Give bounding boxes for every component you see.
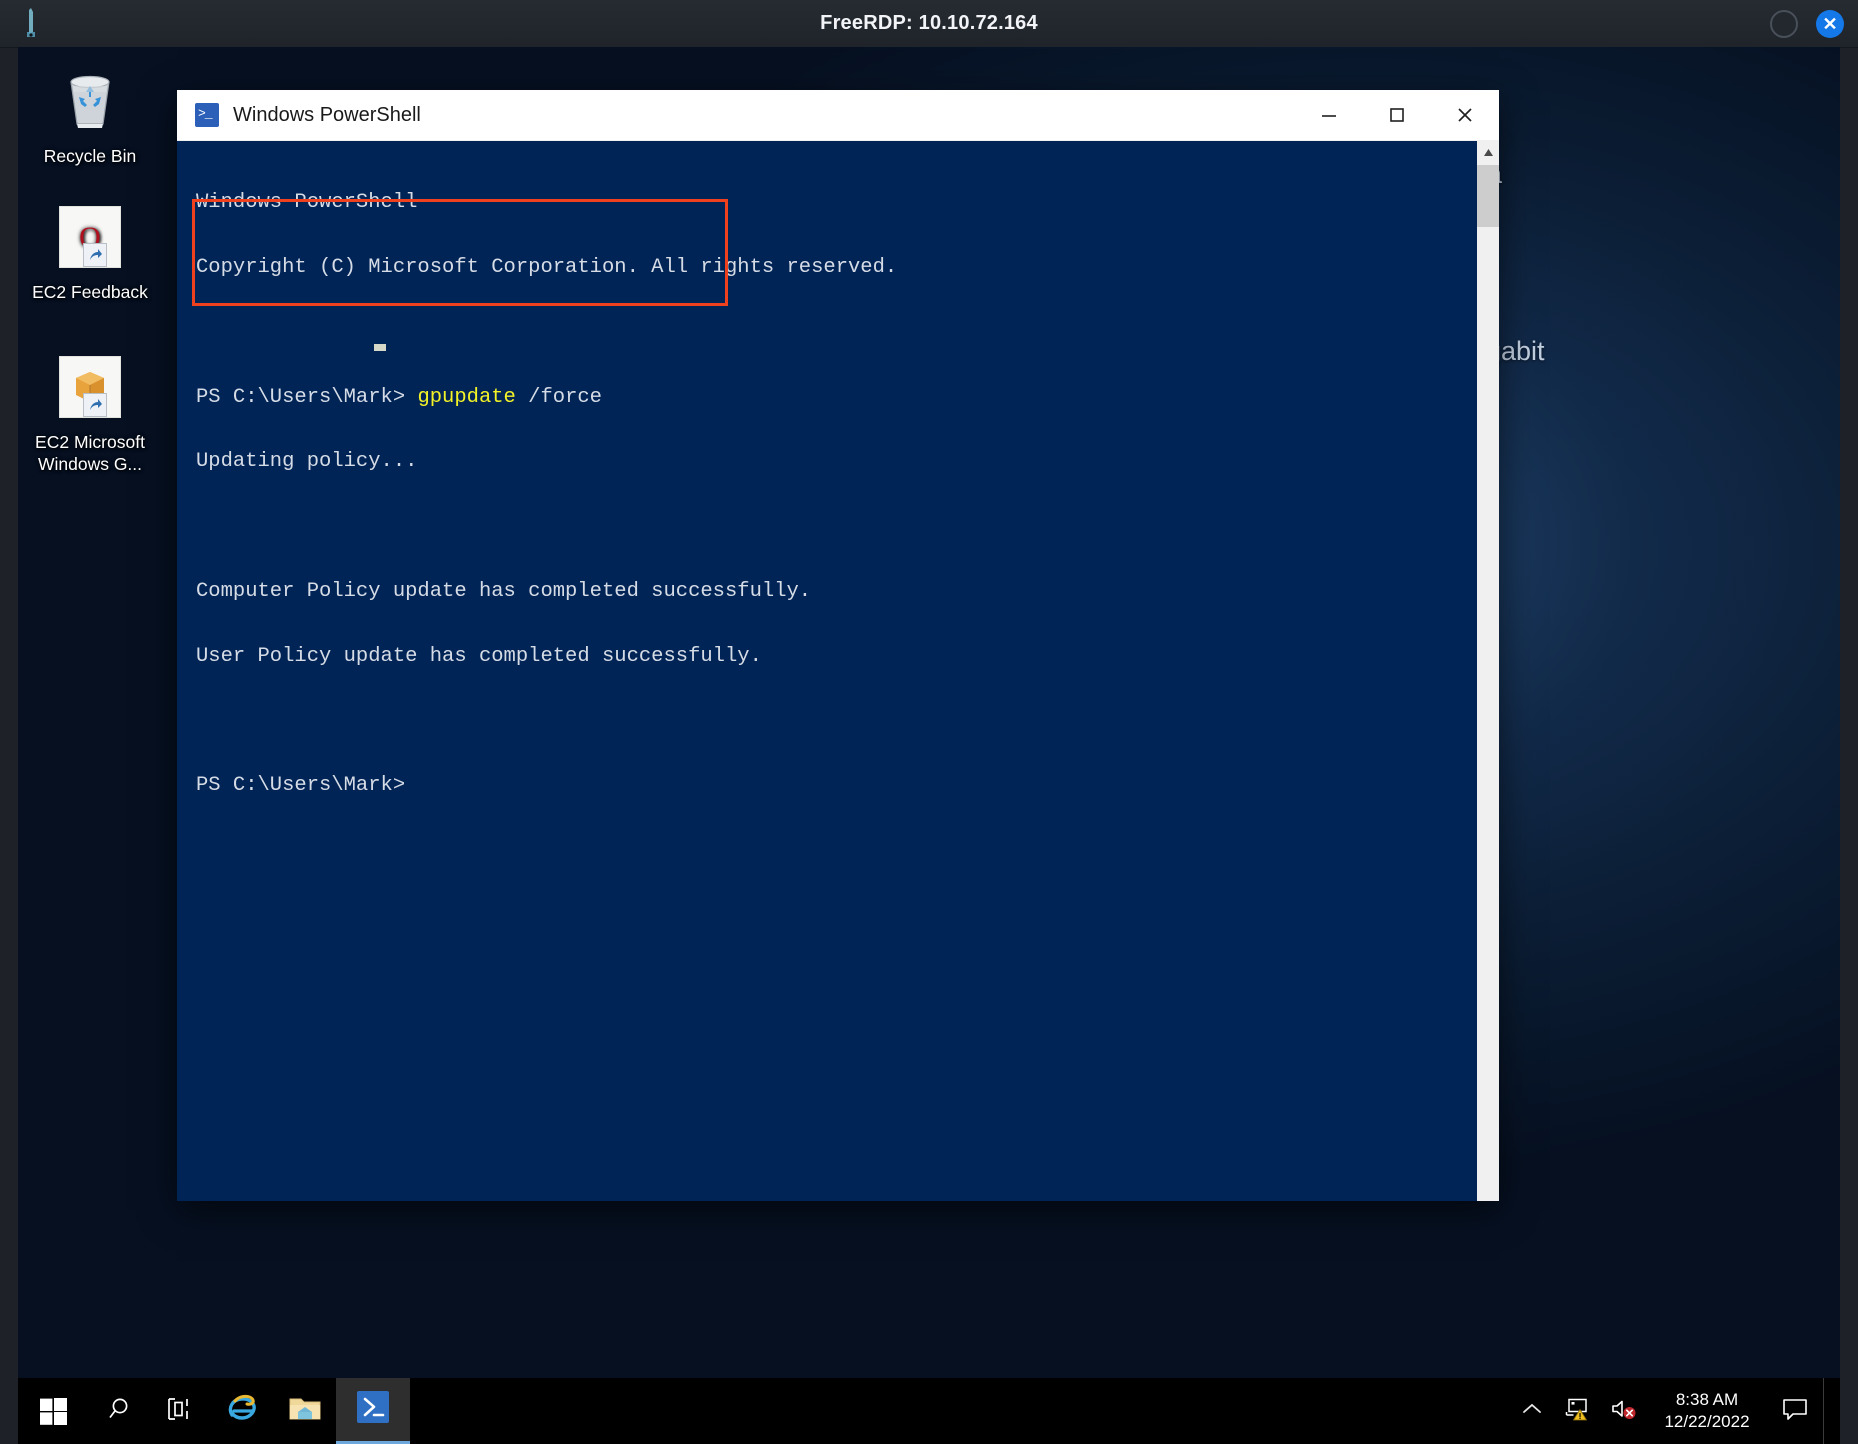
console-prompt-line: PS C:\Users\Mark> (196, 774, 418, 798)
console-output: Windows PowerShell Copyright (C) Microso… (196, 149, 897, 840)
console-line: Updating policy... (196, 450, 418, 474)
powershell-taskbar-button[interactable] (336, 1378, 410, 1444)
search-button[interactable] (88, 1378, 150, 1444)
desktop-icon-label: EC2 Microsoft Windows G... (35, 432, 145, 474)
desktop-icon-ec2-feedback[interactable]: Q EC2 Feedback (24, 199, 156, 303)
network-warning-icon (1563, 1396, 1593, 1427)
taskbar[interactable]: 8:38 AM 12/22/2022 (18, 1378, 1840, 1444)
taskbar-empty-area[interactable] (410, 1378, 1509, 1444)
network-status-button[interactable] (1555, 1378, 1601, 1444)
internet-explorer-button[interactable] (212, 1378, 274, 1444)
console-line: User Policy update has completed success… (196, 644, 762, 668)
chevron-up-icon (1521, 1401, 1543, 1422)
powershell-window-title: Windows PowerShell (233, 103, 421, 126)
powershell-icon (195, 103, 219, 127)
system-tray[interactable]: 8:38 AM 12/22/2022 (1509, 1378, 1840, 1444)
task-view-icon (166, 1396, 196, 1427)
search-icon (105, 1395, 133, 1428)
console-line: Copyright (C) Microsoft Corporation. All… (196, 255, 898, 279)
close-button[interactable] (1431, 90, 1499, 140)
console-prompt: PS C:\Users\Mark> (196, 385, 418, 409)
freerdp-titlebar[interactable]: FreeRDP: 10.10.72.164 ✕ (0, 0, 1858, 48)
clock-time: 8:38 AM (1675, 1390, 1739, 1409)
console-command: gpupdate (417, 385, 516, 409)
freerdp-icon (14, 6, 48, 40)
console-command-line: PS C:\Users\Mark> gpupdate /force (196, 385, 897, 409)
volume-button[interactable] (1601, 1378, 1647, 1444)
rdp-close-button[interactable]: ✕ (1816, 10, 1844, 38)
desktop-icon-ec2-guide[interactable]: EC2 Microsoft Windows G... (24, 349, 156, 475)
action-center-icon (1781, 1396, 1809, 1427)
scrollbar-thumb[interactable] (1477, 165, 1499, 227)
shortcut-overlay-icon (83, 393, 107, 417)
action-center-button[interactable] (1767, 1378, 1823, 1444)
volume-muted-icon (1609, 1396, 1639, 1427)
start-button[interactable] (18, 1378, 88, 1444)
task-view-button[interactable] (150, 1378, 212, 1444)
console-line: Computer Policy update has completed suc… (196, 579, 812, 603)
q-letter-icon: Q (24, 199, 156, 275)
file-explorer-button[interactable] (274, 1378, 336, 1444)
console-caret (374, 344, 386, 351)
console-scrollbar[interactable] (1477, 141, 1499, 1201)
recycle-bin-icon (24, 63, 156, 139)
desktop-icon-recycle-bin[interactable]: Recycle Bin (24, 63, 156, 167)
windows-desktop[interactable]: 2a igabit Recycle Bin (18, 47, 1840, 1444)
powershell-window[interactable]: Windows PowerShell Windows PowerShell (177, 90, 1499, 1201)
maximize-button[interactable] (1363, 90, 1431, 140)
desktop-icon-label: EC2 Feedback (32, 282, 148, 302)
console-command-args: /force (515, 385, 602, 409)
file-explorer-icon (288, 1394, 322, 1429)
rdp-minimize-button[interactable] (1770, 10, 1798, 38)
powershell-titlebar[interactable]: Windows PowerShell (177, 90, 1499, 141)
freerdp-title: FreeRDP: 10.10.72.164 (820, 12, 1038, 34)
shortcut-overlay-icon (83, 243, 107, 267)
console-line: Windows PowerShell (196, 191, 418, 215)
powershell-icon (357, 1391, 389, 1428)
orange-box-icon (24, 349, 156, 425)
powershell-console[interactable]: Windows PowerShell Copyright (C) Microso… (177, 141, 1499, 1201)
internet-explorer-icon (226, 1392, 260, 1431)
desktop-icon-label: Recycle Bin (43, 146, 137, 166)
minimize-button[interactable] (1295, 90, 1363, 140)
freerdp-window: FreeRDP: 10.10.72.164 ✕ 2a igabit (0, 0, 1858, 1444)
show-hidden-icons-button[interactable] (1509, 1378, 1555, 1444)
show-desktop-button[interactable] (1823, 1378, 1834, 1444)
clock-date: 12/22/2022 (1664, 1412, 1750, 1431)
clock[interactable]: 8:38 AM 12/22/2022 (1647, 1378, 1767, 1444)
scroll-up-button[interactable] (1477, 141, 1499, 163)
